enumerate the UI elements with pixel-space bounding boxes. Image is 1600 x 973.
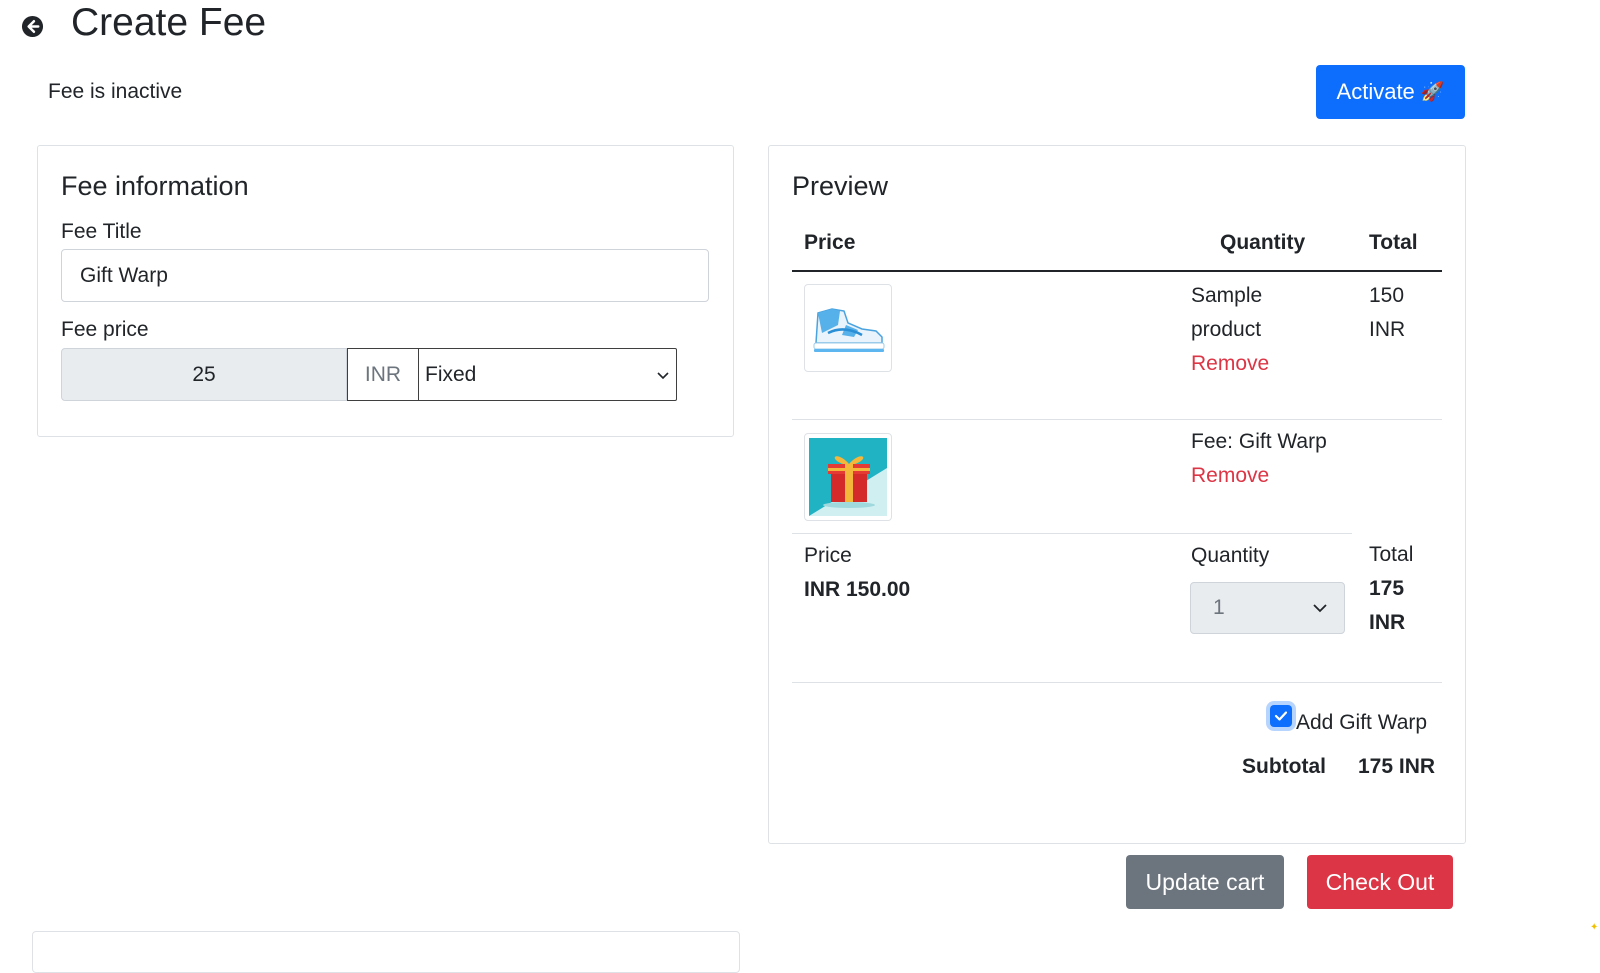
summary-total-label: Total	[1369, 543, 1414, 566]
check-out-button[interactable]: Check Out	[1307, 855, 1453, 909]
summary-price-label: Price	[804, 544, 852, 567]
column-header-total: Total	[1369, 231, 1418, 254]
update-cart-button[interactable]: Update cart	[1126, 855, 1284, 909]
fee-price-input[interactable]: 25	[61, 348, 347, 401]
fee-price-label: Fee price	[61, 318, 149, 341]
fee-title-label: Fee Title	[61, 220, 142, 243]
quantity-select[interactable]: 1	[1190, 582, 1345, 634]
fee-type-value: Fixed	[425, 362, 477, 386]
preview-title: Preview	[792, 171, 889, 201]
fee-information-card: Fee information Fee Title Gift Warp Fee …	[37, 145, 734, 437]
checkmark-icon	[1274, 711, 1288, 721]
currency-addon: INR	[347, 348, 419, 401]
sparkle-icon: ✦	[1590, 922, 1599, 933]
activate-button[interactable]: Activate 🚀	[1316, 65, 1465, 119]
fee-type-select[interactable]: Fixed	[419, 348, 677, 401]
table-header-divider	[792, 270, 1442, 272]
next-section-card	[32, 931, 740, 973]
quantity-value: 1	[1213, 596, 1225, 619]
summary-price-value: INR 150.00	[804, 578, 911, 601]
back-arrow-icon[interactable]	[21, 15, 44, 38]
fee-status-text: Fee is inactive	[48, 80, 183, 103]
fee-title-input[interactable]: Gift Warp	[61, 249, 709, 302]
rocket-icon: 🚀	[1420, 82, 1445, 103]
column-header-quantity: Quantity	[1220, 231, 1306, 254]
product-name: Sample product	[1191, 284, 1263, 341]
gift-box-icon	[809, 438, 887, 516]
fee-information-title: Fee information	[61, 171, 249, 201]
activate-button-label: Activate	[1336, 79, 1415, 104]
product-thumbnail	[804, 284, 892, 372]
page-title: Create Fee	[71, 1, 267, 44]
row-divider	[792, 533, 1352, 534]
product-total: 150 INR	[1369, 284, 1406, 341]
summary-total-value: 175 INR	[1369, 577, 1406, 634]
chevron-down-icon	[657, 371, 669, 379]
fee-thumbnail	[804, 433, 892, 521]
chevron-down-icon	[1313, 604, 1327, 613]
column-header-price: Price	[804, 231, 856, 254]
remove-product-link[interactable]: Remove	[1191, 347, 1269, 381]
summary-quantity-label: Quantity	[1191, 544, 1270, 567]
summary-divider	[792, 682, 1442, 683]
gift-warp-checkbox-label[interactable]: Add Gift Warp	[1296, 706, 1427, 740]
row-divider	[792, 419, 1442, 420]
subtotal-label: Subtotal	[1242, 755, 1326, 778]
fee-line-name: Fee: Gift Warp	[1191, 430, 1327, 453]
remove-fee-link[interactable]: Remove	[1191, 459, 1269, 493]
gift-warp-checkbox[interactable]	[1270, 705, 1292, 727]
sneaker-icon	[813, 308, 885, 352]
subtotal-value: 175 INR	[1358, 755, 1436, 778]
